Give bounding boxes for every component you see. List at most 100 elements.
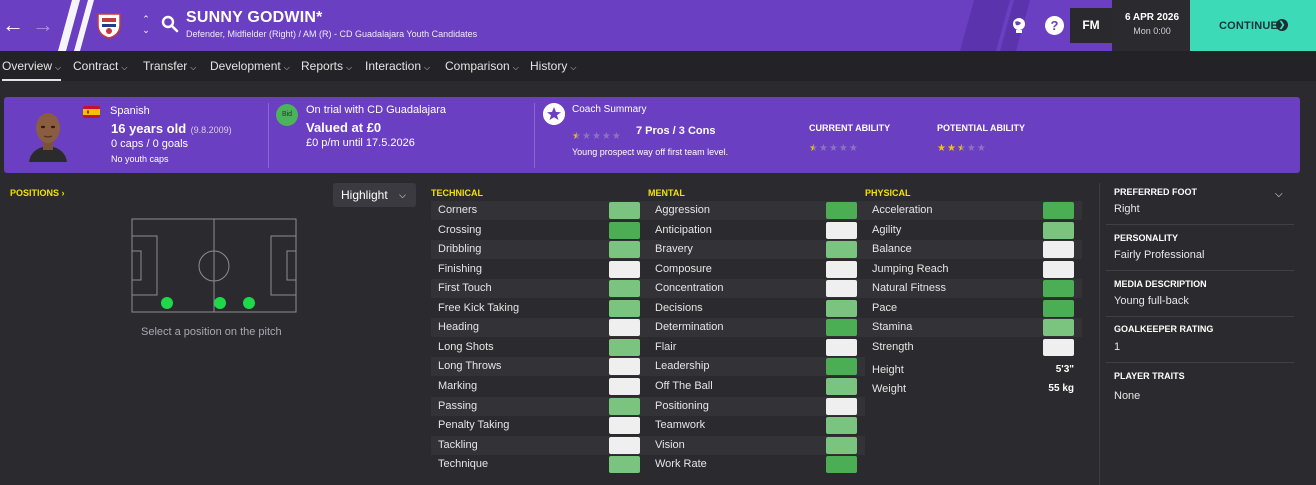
globe-icon[interactable] bbox=[1009, 15, 1029, 35]
attribute-row[interactable]: Anticipation bbox=[648, 221, 865, 240]
chevron-down-icon: ⌵ bbox=[121, 63, 128, 72]
attribute-row[interactable]: Heading bbox=[431, 318, 648, 337]
attribute-row[interactable]: Determination bbox=[648, 318, 865, 337]
attribute-row[interactable]: Finishing bbox=[431, 260, 648, 279]
trial-status: On trial with CD Guadalajara bbox=[306, 104, 447, 116]
attribute-name: Leadership bbox=[655, 360, 710, 372]
up-down-icon[interactable]: ⌃ ⌄ bbox=[141, 14, 151, 36]
tab-contract[interactable]: Contract ⌵ bbox=[73, 51, 127, 81]
personality-label: PERSONALITY bbox=[1114, 233, 1179, 243]
position-dot-attacking-midfielder-right[interactable] bbox=[243, 297, 255, 309]
attribute-name: Bravery bbox=[655, 243, 693, 255]
position-dot-midfielder-right[interactable] bbox=[214, 297, 226, 309]
attribute-row[interactable]: Flair bbox=[648, 338, 865, 357]
attribute-value-box bbox=[1043, 241, 1074, 258]
nationality: Spanish bbox=[110, 105, 150, 117]
attribute-value-box bbox=[609, 222, 640, 239]
attribute-name: Heading bbox=[438, 321, 479, 333]
chevron-down-icon: ⌵ bbox=[512, 63, 519, 72]
attribute-row[interactable]: Tackling bbox=[431, 436, 648, 455]
attribute-row[interactable]: Off The Ball bbox=[648, 377, 865, 396]
age-line: 16 years old (9.8.2009) bbox=[111, 120, 232, 138]
youth-caps: No youth caps bbox=[111, 154, 169, 164]
tab-reports[interactable]: Reports ⌵ bbox=[301, 51, 352, 81]
attribute-row[interactable]: Long Shots bbox=[431, 338, 648, 357]
attribute-name: Flair bbox=[655, 341, 677, 353]
attribute-value-box bbox=[826, 437, 857, 454]
bid-icon[interactable]: Bid bbox=[276, 104, 298, 126]
attribute-row[interactable]: Agility bbox=[865, 221, 1082, 240]
spain-flag-icon bbox=[83, 106, 100, 118]
tab-bar: Overview ⌵ Contract ⌵ Transfer ⌵ Developmen… bbox=[0, 51, 1316, 81]
positions-link[interactable]: POSITIONS › bbox=[10, 188, 65, 198]
help-icon[interactable]: ? bbox=[1045, 16, 1064, 35]
top-bar: ← → ⌃ ⌄ SUNNY GODWIN* Defender, Midfielde… bbox=[0, 0, 1316, 51]
forward-arrow-icon[interactable]: → bbox=[32, 14, 54, 36]
date-text: 6 APR 2026 bbox=[1124, 12, 1180, 23]
mental-title: MENTAL bbox=[648, 188, 685, 198]
attribute-value-box bbox=[826, 261, 857, 278]
attribute-row[interactable]: Composure bbox=[648, 260, 865, 279]
attribute-row[interactable]: Concentration bbox=[648, 279, 865, 298]
attribute-row[interactable]: Positioning bbox=[648, 397, 865, 416]
attribute-row[interactable]: Aggression bbox=[648, 201, 865, 220]
search-icon[interactable] bbox=[161, 15, 179, 33]
tab-development[interactable]: Development ⌵ bbox=[210, 51, 290, 81]
attribute-row[interactable]: Work Rate bbox=[648, 455, 865, 474]
attribute-row[interactable]: Marking bbox=[431, 377, 648, 396]
fm-logo[interactable]: FM bbox=[1070, 8, 1112, 43]
back-arrow-icon[interactable]: ← bbox=[2, 14, 24, 36]
attribute-row[interactable]: Decisions bbox=[648, 299, 865, 318]
avatar[interactable] bbox=[25, 108, 71, 162]
highlight-dropdown[interactable]: Highlight ⌵ bbox=[333, 183, 416, 207]
club-crest-icon[interactable] bbox=[96, 11, 122, 39]
attribute-value-box bbox=[826, 339, 857, 356]
attribute-name: Balance bbox=[872, 243, 912, 255]
star-icon: ★ bbox=[976, 143, 986, 154]
tab-comparison[interactable]: Comparison ⌵ bbox=[445, 51, 519, 81]
attribute-row[interactable]: Passing bbox=[431, 397, 648, 416]
attribute-row[interactable]: Crossing bbox=[431, 221, 648, 240]
attribute-name: Long Shots bbox=[438, 341, 494, 353]
weight-value: 55 kg bbox=[1048, 383, 1074, 394]
attribute-name: Anticipation bbox=[655, 224, 712, 236]
position-dot-defender-right[interactable] bbox=[161, 297, 173, 309]
attribute-row[interactable]: Pace bbox=[865, 299, 1082, 318]
attribute-row[interactable]: Natural Fitness bbox=[865, 279, 1082, 298]
pitch-diagram[interactable] bbox=[131, 218, 297, 313]
chevron-down-icon[interactable]: ⌵ bbox=[1275, 189, 1283, 200]
attribute-row[interactable]: First Touch bbox=[431, 279, 648, 298]
attribute-row[interactable]: Free Kick Taking bbox=[431, 299, 648, 318]
tab-history[interactable]: History ⌵ bbox=[530, 51, 576, 81]
date-display[interactable]: 6 APR 2026 Mon 0:00 bbox=[1112, 0, 1192, 51]
attribute-row[interactable]: Penalty Taking bbox=[431, 416, 648, 435]
attribute-value-box bbox=[609, 300, 640, 317]
attribute-row[interactable]: Acceleration bbox=[865, 201, 1082, 220]
attribute-value-box bbox=[609, 417, 640, 434]
technical-title: TECHNICAL bbox=[431, 188, 483, 198]
tab-overview[interactable]: Overview ⌵ bbox=[2, 51, 62, 81]
attribute-row[interactable]: Teamwork bbox=[648, 416, 865, 435]
tab-interaction[interactable]: Interaction ⌵ bbox=[365, 51, 430, 81]
tab-transfer[interactable]: Transfer ⌵ bbox=[143, 51, 196, 81]
attribute-row[interactable]: Bravery bbox=[648, 240, 865, 259]
attribute-row[interactable]: Technique bbox=[431, 455, 648, 474]
tab-label: Transfer bbox=[143, 59, 188, 73]
attribute-row[interactable]: Corners bbox=[431, 201, 648, 220]
attribute-row[interactable]: Vision bbox=[648, 436, 865, 455]
valuation: Valued at £0 bbox=[306, 120, 382, 135]
coach-star-icon[interactable] bbox=[543, 103, 565, 125]
goalkeeper-rating-value: 1 bbox=[1114, 341, 1121, 353]
attribute-row[interactable]: Jumping Reach bbox=[865, 260, 1082, 279]
attribute-row[interactable]: Stamina bbox=[865, 318, 1082, 337]
attribute-row[interactable]: Leadership bbox=[648, 357, 865, 376]
continue-button[interactable]: CONTINUE ❯ bbox=[1190, 0, 1316, 51]
star-icon: ★ bbox=[848, 143, 858, 154]
attribute-row[interactable]: Dribbling bbox=[431, 240, 648, 259]
attribute-row[interactable]: Balance bbox=[865, 240, 1082, 259]
chevron-right-icon: › bbox=[61, 188, 65, 198]
continue-arrow-icon: ❯ bbox=[1276, 19, 1288, 31]
attribute-row[interactable]: Strength bbox=[865, 338, 1082, 357]
positions-title: POSITIONS bbox=[10, 188, 60, 198]
attribute-row[interactable]: Long Throws bbox=[431, 357, 648, 376]
